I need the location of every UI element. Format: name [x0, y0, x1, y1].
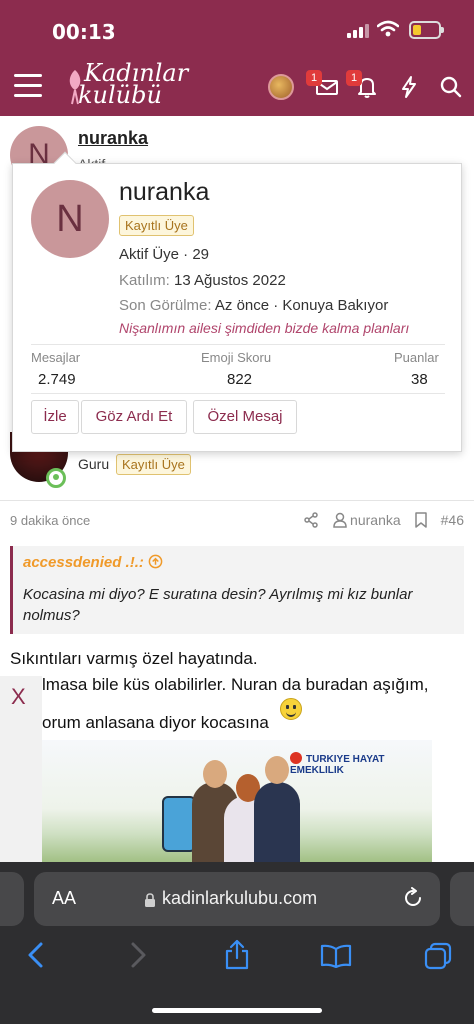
advertisement-banner[interactable]: TURKIYE HAYAT EMEKLILIK [42, 740, 432, 865]
url-text[interactable]: kadinlarkulubu.com [162, 888, 317, 909]
quote-text: Kocasina mi diyo? E suratına desin? Ayrı… [23, 586, 413, 624]
quote-author[interactable]: accessdenied .!.: [23, 554, 163, 571]
stat-points-label: Puanlar [394, 350, 439, 365]
alerts-badge: 1 [346, 70, 362, 86]
ignore-button[interactable]: Göz Ardı Et [81, 400, 187, 434]
profile-avatar[interactable]: N [31, 180, 109, 258]
profile-joined: Katılım: 13 Ağustos 2022 [119, 272, 286, 289]
ad-person-head [203, 760, 227, 788]
prev-tab-preview[interactable] [0, 872, 24, 926]
site-logo[interactable]: Kadınlar kulübü [64, 61, 188, 109]
bookmarks-icon[interactable] [320, 944, 352, 968]
divider [0, 500, 474, 501]
profile-last-seen: Son Görülme: Az önce · Konuya Bakıyor [119, 297, 388, 314]
address-bar[interactable]: AA kadinlarkulubu.com [34, 872, 440, 926]
follow-button[interactable]: İzle [31, 400, 79, 434]
wifi-icon [377, 20, 399, 37]
alerts-button[interactable]: 1 [346, 70, 380, 100]
profile-status-message[interactable]: Nişanlımın ailesi şimdiden bizde kalma p… [119, 320, 409, 336]
tabs-icon[interactable] [424, 942, 452, 970]
ad-phone-image [162, 796, 196, 852]
card-divider-2 [31, 393, 445, 394]
stat-emoji-label: Emoji Skoru [201, 350, 272, 365]
ad-groom-head [265, 756, 289, 784]
share-icon[interactable] [303, 512, 319, 528]
search-icon[interactable] [438, 74, 464, 100]
reload-icon[interactable] [402, 887, 424, 909]
lock-icon [145, 893, 155, 907]
post-actions: nuranka #46 [303, 512, 464, 528]
profile-username[interactable]: nuranka [119, 178, 209, 207]
bookmark-icon[interactable] [414, 512, 427, 528]
inbox-button[interactable]: 1 [306, 70, 340, 100]
post-line-3: orum anlasana diyor kocasına [10, 698, 466, 736]
profile-role-badge: Kayıtlı Üye [119, 215, 194, 236]
stat-messages-value[interactable]: 2.749 [38, 371, 76, 388]
post-number[interactable]: #46 [441, 512, 464, 528]
home-indicator[interactable] [152, 1008, 322, 1013]
quote-block: accessdenied .!.: Kocasina mi diyo? E su… [10, 546, 464, 634]
stat-points-value[interactable]: 38 [411, 371, 428, 388]
online-indicator-icon [46, 468, 66, 488]
stat-emoji-value[interactable]: 822 [227, 371, 252, 388]
post-line-1: Sıkıntıları varmış özel hayatında. [10, 649, 258, 668]
next-post-role-badge: Kayıtlı Üye [116, 454, 191, 475]
lightning-icon[interactable] [396, 74, 422, 100]
next-tab-preview[interactable] [450, 872, 474, 926]
last-seen-value: Az önce · Konuya Bakıyor [214, 297, 389, 314]
battery-icon [409, 21, 444, 39]
card-divider [31, 344, 445, 345]
ad-close-button[interactable]: X [11, 684, 26, 710]
forward-icon[interactable] [128, 940, 148, 970]
logo-line2: kulübü [78, 81, 162, 109]
next-post-author-title: Guru [78, 456, 110, 472]
share-sheet-icon[interactable] [224, 938, 250, 970]
mention-link[interactable]: nuranka [333, 512, 401, 528]
status-time: 00:13 [52, 20, 116, 44]
mention-user: nuranka [350, 512, 401, 528]
arrow-up-circle-icon[interactable] [148, 554, 163, 569]
post-time[interactable]: 9 dakika önce [10, 513, 90, 528]
signal-icon [347, 24, 369, 38]
inbox-badge: 1 [306, 70, 322, 86]
last-seen-label: Son Görülme: [119, 297, 212, 314]
user-avatar[interactable] [268, 74, 294, 100]
site-header: Kadınlar kulübü 1 1 [0, 60, 474, 116]
joined-value: 13 Ağustos 2022 [174, 272, 286, 289]
member-profile-card: N nuranka Kayıtlı Üye Aktif Üye · 29 Kat… [12, 151, 462, 452]
stat-messages-label: Mesajlar [31, 350, 81, 365]
profile-title: Aktif Üye · 29 [119, 246, 210, 263]
smiley-icon [279, 698, 302, 720]
ad-brand: TURKIYE HAYAT EMEKLILIK [290, 752, 432, 776]
user-icon [333, 512, 347, 528]
back-icon[interactable] [26, 940, 46, 970]
ad-groom-image [254, 782, 300, 865]
post-body: Sıkıntıları varmış özel hayatında. lmasa… [10, 646, 466, 736]
joined-label: Katılım: [119, 272, 170, 289]
private-message-button[interactable]: Özel Mesaj [193, 400, 297, 434]
logo-flower-icon [69, 70, 81, 105]
post-author-name[interactable]: nuranka [78, 128, 148, 149]
menu-icon[interactable] [14, 74, 42, 98]
status-bar: 00:13 [0, 0, 474, 60]
post-line-2: lmasa bile küs olabilirler. Nuran da bur… [42, 675, 429, 694]
reader-settings-button[interactable]: AA [52, 888, 76, 909]
